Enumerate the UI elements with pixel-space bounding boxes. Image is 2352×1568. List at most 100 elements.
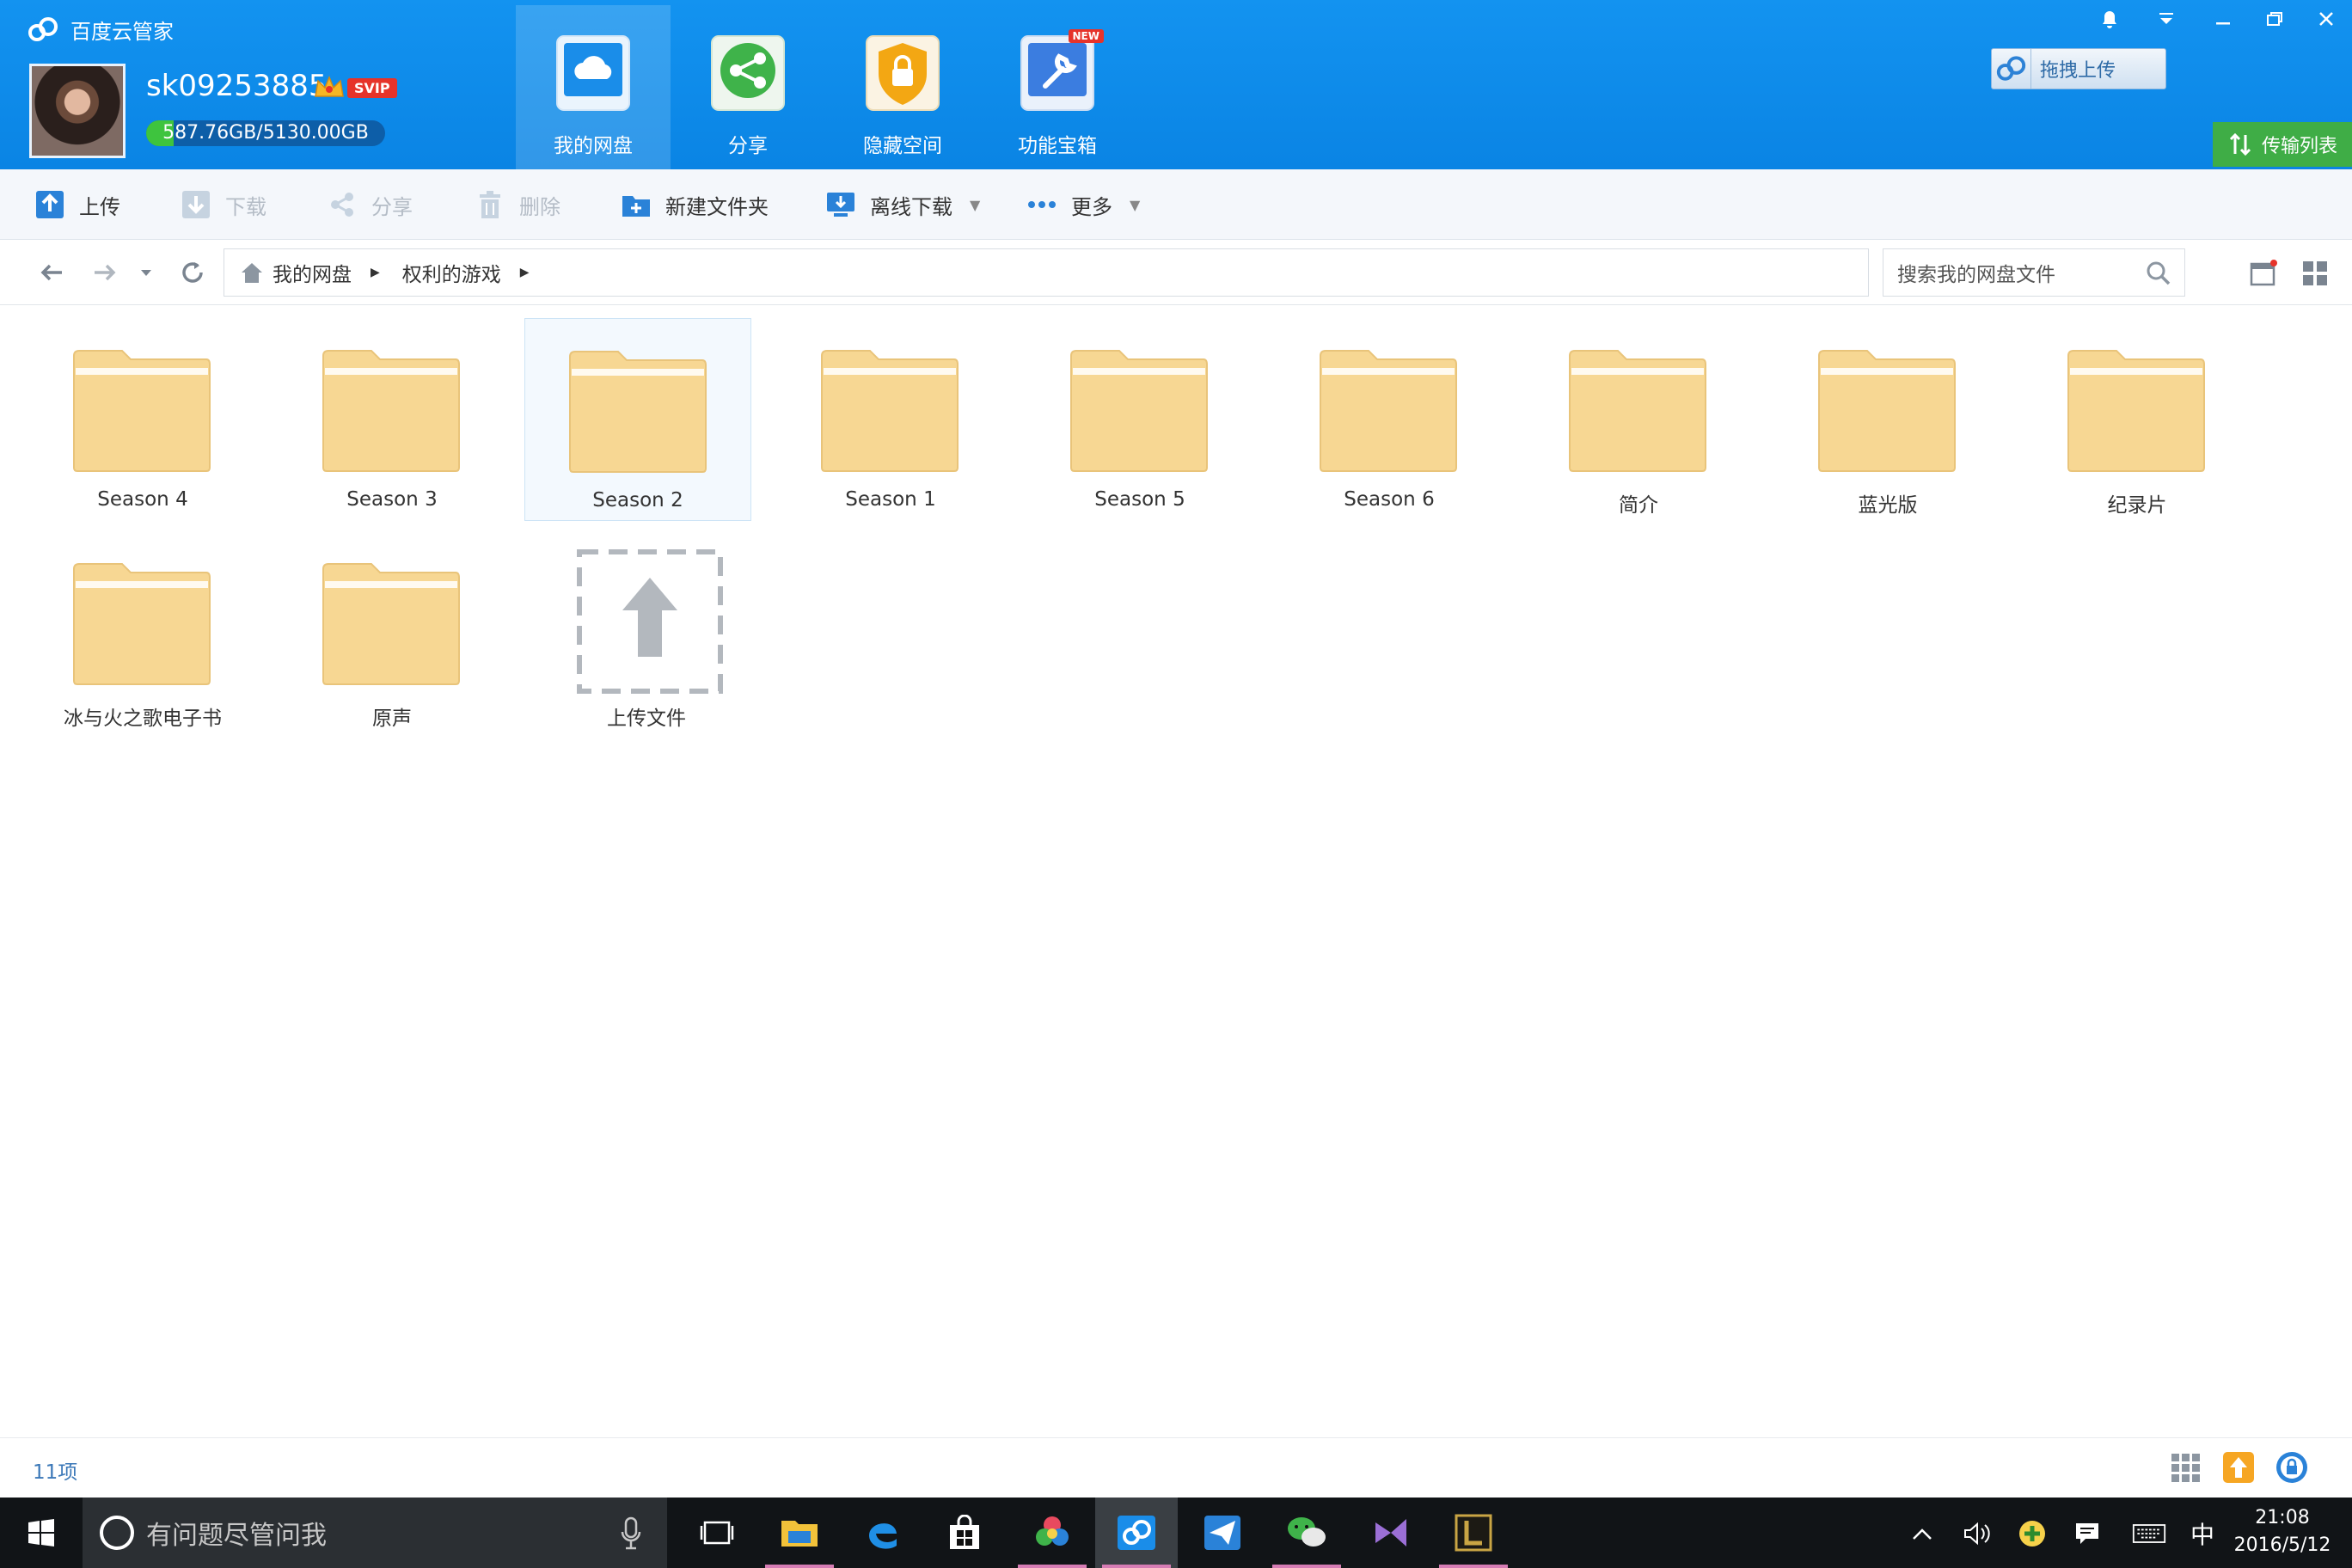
wechat-icon[interactable]: [1265, 1498, 1348, 1568]
store-icon[interactable]: [923, 1498, 1006, 1568]
chevron-down-icon[interactable]: ▼: [970, 197, 980, 213]
back-arrow-icon[interactable]: [34, 255, 69, 290]
running-indicator: [1018, 1565, 1087, 1568]
upload-status-icon[interactable]: [2221, 1450, 2256, 1485]
cortana-search-box[interactable]: 有问题尽管问我: [83, 1498, 667, 1568]
minimize-icon[interactable]: [2197, 0, 2249, 38]
cortana-icon: [100, 1516, 134, 1550]
folder-icon: [2067, 350, 2205, 472]
lock-status-icon[interactable]: [2275, 1450, 2309, 1485]
tray-chevron-up-icon[interactable]: [1905, 1516, 1939, 1551]
transfer-arrows-icon: [2229, 132, 2251, 156]
folder-item[interactable]: Season 4: [29, 318, 256, 521]
avatar[interactable]: [29, 64, 126, 158]
address-bar: 我的网盘 ▶ 权利的游戏 ▶ 搜索我的网盘文件: [0, 240, 2352, 305]
trash-icon: [475, 189, 505, 220]
app-title-text: 百度云管家: [70, 19, 174, 44]
folder-item[interactable]: Season 1: [777, 318, 1004, 521]
tab-my-netdisk[interactable]: 我的网盘: [516, 5, 671, 169]
drag-upload-button[interactable]: 拖拽上传: [1991, 48, 2166, 89]
folder-name: 原声: [372, 707, 412, 730]
tab-toolbox[interactable]: NEW 功能宝箱: [980, 5, 1135, 169]
delete-button[interactable]: 删除: [475, 169, 560, 240]
folder-item[interactable]: Season 5: [1026, 318, 1253, 521]
volume-icon[interactable]: [1960, 1516, 1994, 1551]
folder-item[interactable]: Season 3: [279, 318, 505, 521]
apps-grid-icon[interactable]: [2168, 1450, 2202, 1485]
offline-download-icon: [825, 189, 856, 220]
maximize-icon[interactable]: [2249, 0, 2300, 38]
folder-name: 简介: [1619, 494, 1658, 517]
share-icon: [711, 35, 785, 111]
tab-share[interactable]: 分享: [671, 5, 825, 169]
username[interactable]: sk09253885: [146, 69, 327, 103]
folder-icon: [569, 351, 707, 473]
breadcrumb-separator-icon[interactable]: ▶: [371, 266, 380, 279]
breadcrumb-current[interactable]: 权利的游戏: [402, 258, 501, 287]
breadcrumb-root[interactable]: 我的网盘: [273, 258, 352, 287]
security-tray-icon[interactable]: [2015, 1516, 2049, 1551]
clock-time: 21:08: [2255, 1507, 2310, 1528]
folder-item[interactable]: 简介: [1525, 318, 1752, 521]
folder-icon: [821, 350, 959, 472]
chevron-down-icon[interactable]: ▼: [1130, 197, 1140, 213]
running-indicator: [765, 1565, 834, 1568]
league-icon[interactable]: [1432, 1498, 1515, 1568]
more-button[interactable]: 更多 ▼: [1026, 169, 1140, 240]
detail-panel-icon[interactable]: [2249, 259, 2278, 288]
folder-item[interactable]: 蓝光版: [1774, 318, 2001, 521]
forward-arrow-icon[interactable]: [88, 255, 122, 290]
search-input[interactable]: 搜索我的网盘文件: [1883, 248, 2185, 297]
baidu-cloud-icon[interactable]: [1095, 1498, 1178, 1568]
folder-item[interactable]: 纪录片: [2024, 318, 2251, 521]
share-button[interactable]: 分享: [327, 169, 413, 240]
clock[interactable]: 21:08 2016/5/12: [2218, 1504, 2347, 1559]
visual-studio-icon[interactable]: [1350, 1498, 1432, 1568]
search-icon[interactable]: [2145, 260, 2172, 287]
grid-view-icon[interactable]: [2300, 259, 2330, 288]
task-view-icon[interactable]: [676, 1498, 758, 1568]
ime-indicator[interactable]: 中: [2185, 1516, 2220, 1551]
close-icon[interactable]: [2300, 0, 2352, 38]
action-center-icon[interactable]: [2070, 1516, 2104, 1551]
home-icon[interactable]: [238, 259, 266, 286]
start-button[interactable]: [0, 1498, 83, 1568]
tab-hidden-space[interactable]: 隐藏空间: [825, 5, 980, 169]
transfer-list-button[interactable]: 传输列表: [2213, 122, 2352, 167]
upload-button[interactable]: 上传: [34, 169, 120, 240]
folder-item-selected[interactable]: Season 2: [524, 318, 751, 521]
keyboard-icon[interactable]: [2132, 1516, 2166, 1551]
toolbar: 上传 下载 分享 删除 新建文件夹 离线下载 ▼ 更多 ▼: [0, 169, 2352, 240]
folder-name: 蓝光版: [1858, 494, 1918, 517]
edge-icon[interactable]: [841, 1498, 923, 1568]
lock-shield-icon: [866, 35, 940, 111]
folder-item[interactable]: Season 6: [1276, 318, 1503, 521]
paper-plane-icon[interactable]: [1181, 1498, 1264, 1568]
running-indicator: [1272, 1565, 1341, 1568]
breadcrumb-separator-icon[interactable]: ▶: [520, 266, 530, 279]
folder-icon: [73, 350, 211, 472]
drag-upload-label: 拖拽上传: [2040, 60, 2116, 82]
download-button[interactable]: 下载: [181, 169, 266, 240]
folder-item[interactable]: 原声: [279, 531, 505, 734]
photos-icon[interactable]: [1011, 1498, 1093, 1568]
microphone-icon[interactable]: [621, 1516, 641, 1551]
offline-download-button[interactable]: 离线下载 ▼: [825, 169, 980, 240]
svip-badge[interactable]: SVIP: [313, 74, 397, 101]
menu-dropdown-icon[interactable]: [2141, 0, 2192, 38]
history-dropdown-icon[interactable]: [129, 255, 163, 290]
notification-bell-icon[interactable]: [2084, 0, 2135, 38]
refresh-icon[interactable]: [175, 255, 210, 290]
upload-icon: [34, 189, 65, 220]
cortana-placeholder: 有问题尽管问我: [146, 1521, 327, 1551]
new-folder-button[interactable]: 新建文件夹: [621, 169, 769, 240]
upload-file-tile[interactable]: 上传文件: [533, 531, 760, 734]
breadcrumb: 我的网盘 ▶ 权利的游戏 ▶: [224, 248, 1869, 297]
folder-item[interactable]: 冰与火之歌电子书: [29, 531, 256, 734]
folder-icon: [322, 350, 460, 472]
offline-download-label: 离线下载: [870, 194, 952, 219]
file-explorer-icon[interactable]: [758, 1498, 841, 1568]
folder-name: Season 2: [592, 489, 683, 511]
cloud-icon: [556, 35, 630, 111]
transfer-list-label: 传输列表: [2261, 136, 2337, 157]
